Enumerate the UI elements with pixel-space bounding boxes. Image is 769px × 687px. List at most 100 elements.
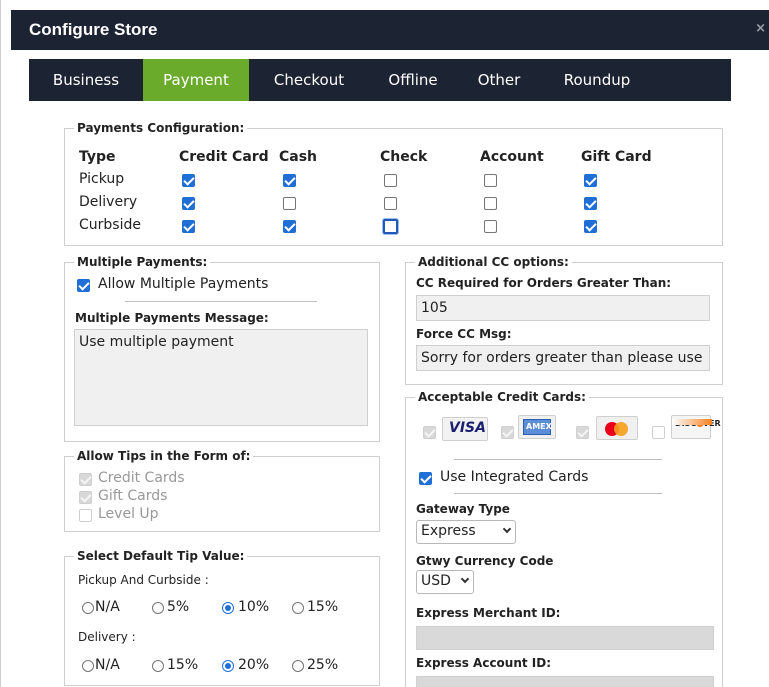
visa-card-icon: VISA [442,417,488,441]
divider [454,493,662,494]
delivery-tip-25-radio[interactable] [292,660,304,672]
row-label-curbside: Curbside [79,217,141,233]
multiple-payments-message-label: Multiple Payments Message: [75,311,269,325]
mastercard-checkbox[interactable] [576,426,589,439]
multiple-payments-legend: Multiple Payments: [74,255,211,269]
header-type: Type [79,149,116,165]
tab-offline[interactable]: Offline [369,59,457,101]
pickup-cash-checkbox[interactable] [283,174,296,187]
delivery-account-checkbox[interactable] [484,197,497,210]
allow-multiple-payments-checkbox[interactable] [77,279,90,292]
close-icon[interactable]: × [755,21,766,36]
default-tip-legend: Select Default Tip Value: [74,549,248,563]
row-label-delivery: Delivery [79,194,138,210]
tab-roundup[interactable]: Roundup [547,59,647,101]
gateway-type-value: Express [421,523,476,539]
curbside-cash-checkbox[interactable] [283,220,296,233]
force-cc-msg-input[interactable]: Sorry for orders greater than please use [416,345,710,371]
tab-bar: Business Payment Checkout Offline Other … [29,59,731,101]
tip-gift-cards-checkbox[interactable] [79,491,92,504]
configure-store-dialog: Configure Store × Business Payment Check… [0,0,769,687]
allow-tips-fieldset: Allow Tips in the Form of: Credit Cards … [64,449,380,532]
cc-required-label: CC Required for Orders Greater Than: [416,276,672,290]
delivery-credit-card-checkbox[interactable] [182,197,195,210]
force-cc-msg-label: Force CC Msg: [416,327,512,341]
pickup-tip-5-radio[interactable] [152,602,164,614]
tab-business[interactable]: Business [29,59,143,101]
tip-gift-cards-label: Gift Cards [98,488,168,504]
multiple-payments-message-textarea[interactable]: Use multiple payment [74,329,368,426]
pickup-credit-card-checkbox[interactable] [182,174,195,187]
acceptable-cards-fieldset: Acceptable Credit Cards: VISA AMEX DISCO… [405,390,723,687]
visa-checkbox[interactable] [423,426,436,439]
delivery-tip-15-label: 15% [167,657,199,673]
delivery-tip-na-label: N/A [95,657,120,673]
pickup-tip-5-label: 5% [167,599,190,615]
currency-code-value: USD [421,573,451,589]
dialog-titlebar: Configure Store × [11,10,769,50]
merchant-id-input[interactable] [416,626,714,650]
pickup-curbside-label: Pickup And Curbside : [78,573,209,587]
curbside-account-checkbox[interactable] [484,220,497,233]
tab-other[interactable]: Other [465,59,533,101]
pickup-check-checkbox[interactable] [384,174,397,187]
header-gift-card: Gift Card [581,149,652,165]
gateway-type-select[interactable]: Express [416,520,516,544]
curbside-check-checkbox[interactable] [383,219,398,234]
multiple-payments-fieldset: Multiple Payments: Allow Multiple Paymen… [64,255,380,442]
payments-configuration-fieldset: Payments Configuration: Type Credit Card… [64,121,723,246]
delivery-cash-checkbox[interactable] [283,197,296,210]
tip-level-up-checkbox[interactable] [79,509,92,522]
curbside-credit-card-checkbox[interactable] [182,220,195,233]
allow-multiple-payments-label: Allow Multiple Payments [98,276,269,292]
delivery-tip-25-label: 25% [307,657,339,673]
chevron-down-icon [460,574,470,584]
header-check: Check [380,149,428,165]
allow-tips-legend: Allow Tips in the Form of: [74,449,254,463]
header-cash: Cash [279,149,318,165]
dialog-title: Configure Store [29,20,158,39]
use-integrated-cards-label: Use Integrated Cards [440,469,589,485]
header-account: Account [480,149,544,165]
additional-cc-legend: Additional CC options: [415,255,572,269]
delivery-gift-card-checkbox[interactable] [584,197,597,210]
delivery-check-checkbox[interactable] [384,197,397,210]
tip-level-up-label: Level Up [98,506,159,522]
pickup-tip-15-label: 15% [307,599,339,615]
divider [125,301,317,302]
discover-card-icon: DISCOVER [671,415,721,439]
header-credit-card: Credit Card [179,149,269,165]
acceptable-cards-legend: Acceptable Credit Cards: [415,390,589,404]
use-integrated-cards-checkbox[interactable] [419,472,432,485]
currency-code-select[interactable]: USD [416,570,474,594]
pickup-tip-15-radio[interactable] [292,602,304,614]
discover-checkbox[interactable] [652,426,665,439]
tab-payment[interactable]: Payment [143,59,249,101]
gateway-type-label: Gateway Type [416,502,510,516]
pickup-tip-na-radio[interactable] [82,602,94,614]
tab-checkout[interactable]: Checkout [251,59,367,101]
delivery-tip-15-radio[interactable] [152,660,164,672]
tip-credit-cards-checkbox[interactable] [79,473,92,486]
currency-code-label: Gtwy Currency Code [416,554,554,568]
delivery-tip-na-radio[interactable] [82,660,94,672]
cc-required-input[interactable]: 105 [416,295,710,321]
delivery-tip-20-radio[interactable] [222,660,234,672]
payments-configuration-legend: Payments Configuration: [74,121,248,135]
delivery-tip-label: Delivery : [78,630,136,644]
amex-card-icon: AMEX [518,415,556,439]
row-label-pickup: Pickup [79,171,125,187]
chevron-down-icon [502,524,512,534]
pickup-tip-10-label: 10% [238,599,270,615]
divider [454,459,662,460]
additional-cc-fieldset: Additional CC options: CC Required for O… [405,255,723,385]
pickup-gift-card-checkbox[interactable] [584,174,597,187]
pickup-tip-10-radio[interactable] [222,602,234,614]
mastercard-card-icon [596,416,638,440]
curbside-gift-card-checkbox[interactable] [584,220,597,233]
pickup-account-checkbox[interactable] [484,174,497,187]
default-tip-fieldset: Select Default Tip Value: Pickup And Cur… [64,549,380,686]
account-id-input[interactable] [416,676,714,687]
amex-checkbox[interactable] [501,426,514,439]
merchant-id-label: Express Merchant ID: [416,606,561,620]
